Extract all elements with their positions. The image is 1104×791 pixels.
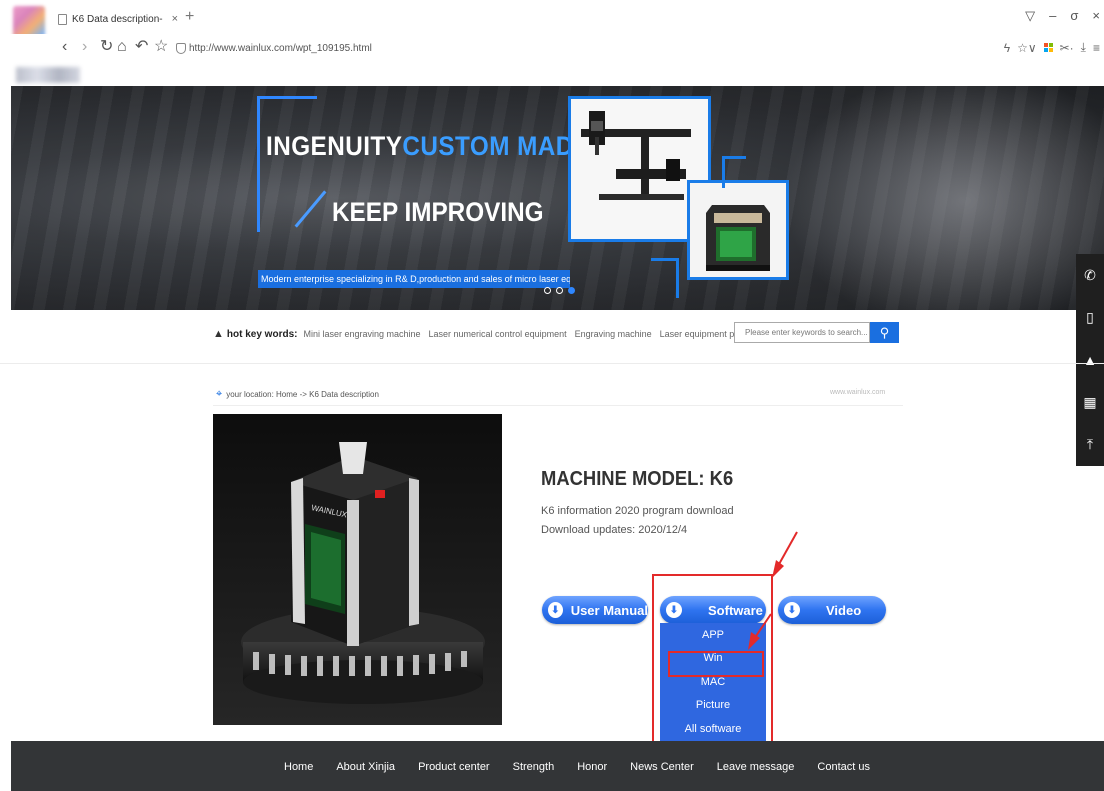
download-date: Download updates: 2020/12/4 xyxy=(541,524,688,536)
floating-contact-bar: ✆ ▯ ▲ ▦ ⤒ xyxy=(1076,254,1104,466)
qr-code-icon[interactable]: ▦ xyxy=(1076,381,1104,423)
forward-icon[interactable]: › xyxy=(82,37,87,57)
annotation-win-box xyxy=(668,651,764,677)
site-domain: www.wainlux.com xyxy=(830,389,886,396)
footer-link-home[interactable]: Home xyxy=(284,761,313,773)
banner-frame-left xyxy=(257,96,260,232)
product-image: WAINLUX xyxy=(213,414,502,725)
menu-icon[interactable]: ▽ xyxy=(1025,8,1035,24)
breadcrumb: ⌖ your location: Home -> K6 Data descrip… xyxy=(216,388,379,401)
banner-tagline: Modern enterprise specializing in R& D,p… xyxy=(258,270,570,288)
windows-logo-icon[interactable] xyxy=(1043,43,1053,52)
footer-link-message[interactable]: Leave message xyxy=(717,761,795,773)
divider xyxy=(0,363,1104,364)
divider xyxy=(213,405,903,406)
product-info: K6 information 2020 program download xyxy=(541,505,734,517)
user-manual-button[interactable]: ⬇ User Manual xyxy=(542,596,648,624)
carousel-dot[interactable] xyxy=(556,287,563,294)
carousel-dot[interactable] xyxy=(544,287,551,294)
footer-link-products[interactable]: Product center xyxy=(418,761,490,773)
mobile-icon[interactable]: ▯ xyxy=(1076,296,1104,338)
scissors-icon[interactable]: ✂· xyxy=(1060,41,1074,55)
shield-icon xyxy=(176,43,186,54)
phone-icon[interactable]: ✆ xyxy=(1076,254,1104,296)
banner-frame-top xyxy=(257,96,317,99)
back-to-top-icon[interactable]: ⤒ xyxy=(1076,424,1104,466)
banner-headline: INGENUITYCUSTOM MADE xyxy=(266,131,591,161)
search-button[interactable]: ⚲ xyxy=(870,322,899,343)
search-icon: ⚲ xyxy=(879,324,890,340)
home-icon[interactable]: ⌂ xyxy=(117,37,127,57)
tab-bar: K6 Data description- × + ▽ – σ × xyxy=(0,0,1104,46)
back-icon[interactable]: ‹ xyxy=(62,37,67,57)
address-bar[interactable]: http://www.wainlux.com/wpt_109195.html xyxy=(176,40,966,57)
footer-link-strength[interactable]: Strength xyxy=(513,761,555,773)
hero-banner[interactable]: INGENUITYCUSTOM MADE KEEP IMPROVING Mode… xyxy=(11,86,1104,310)
tab-title: K6 Data description- xyxy=(72,13,163,25)
footer-nav: Home About Xinjia Product center Strengt… xyxy=(284,761,893,773)
undo-icon[interactable]: ↶ xyxy=(135,37,148,57)
location-pin-icon: ⌖ xyxy=(216,388,223,400)
browser-tab[interactable]: K6 Data description- × xyxy=(56,8,182,30)
download-icon[interactable]: ⤓ xyxy=(1081,40,1086,55)
search-input[interactable]: Please enter keywords to search... xyxy=(734,322,870,343)
favorite-icon[interactable]: ☆∨ xyxy=(1017,41,1037,55)
browser-toolbar: ‹ › ↻ ⌂ ↶ ☆ http://www.wainlux.com/wpt_1… xyxy=(0,34,1104,62)
footer-link-about[interactable]: About Xinjia xyxy=(336,761,395,773)
url-text: http://www.wainlux.com/wpt_109195.html xyxy=(189,43,372,54)
down-arrow-icon: ⬇ xyxy=(784,602,800,618)
restore-icon[interactable]: σ xyxy=(1070,8,1078,24)
tab-close-icon[interactable]: × xyxy=(168,13,182,25)
refresh-icon[interactable]: ↻ xyxy=(100,37,113,57)
browser-window: K6 Data description- × + ▽ – σ × ‹ › ↻ ⌂… xyxy=(0,0,1104,791)
footer-link-news[interactable]: News Center xyxy=(630,761,694,773)
keyword-link[interactable]: Laser numerical control equipment xyxy=(429,329,567,339)
star-icon[interactable]: ☆ xyxy=(154,37,168,57)
banner-headline-2: KEEP IMPROVING xyxy=(332,197,544,227)
footer-link-contact[interactable]: Contact us xyxy=(817,761,870,773)
carousel-dots xyxy=(544,287,575,294)
keyword-link[interactable]: Engraving machine xyxy=(575,329,652,339)
video-button[interactable]: ⬇ Video xyxy=(778,596,886,624)
new-tab-button[interactable]: + xyxy=(185,8,194,26)
hamburger-menu-icon[interactable]: ≡ xyxy=(1093,41,1100,55)
toolbar-right: ϟ ☆∨ ✂· ⤓ ≡ xyxy=(1004,40,1100,55)
banner-product-image-2 xyxy=(687,180,789,280)
bookmark-bar xyxy=(16,67,80,83)
close-window-icon[interactable]: × xyxy=(1092,8,1100,24)
window-controls: ▽ – σ × xyxy=(1025,8,1100,24)
keyword-link[interactable]: Mini laser engraving machine xyxy=(303,329,420,339)
footer-link-honor[interactable]: Honor xyxy=(577,761,607,773)
lightning-icon[interactable]: ϟ xyxy=(1004,41,1010,55)
minimize-icon[interactable]: – xyxy=(1049,8,1056,24)
carousel-dot-active[interactable] xyxy=(568,287,575,294)
hot-keywords: ▲ hot key words: Mini laser engraving ma… xyxy=(213,322,757,346)
fire-icon: ▲ xyxy=(213,328,224,340)
page-icon xyxy=(58,13,67,25)
product-title: MACHINE MODEL: K6 xyxy=(541,468,734,490)
down-arrow-icon: ⬇ xyxy=(548,602,563,618)
hot-keywords-label: hot key words: xyxy=(226,328,298,340)
qq-icon[interactable]: ▲ xyxy=(1076,339,1104,381)
breadcrumb-text[interactable]: your location: Home -> K6 Data descripti… xyxy=(226,390,379,399)
